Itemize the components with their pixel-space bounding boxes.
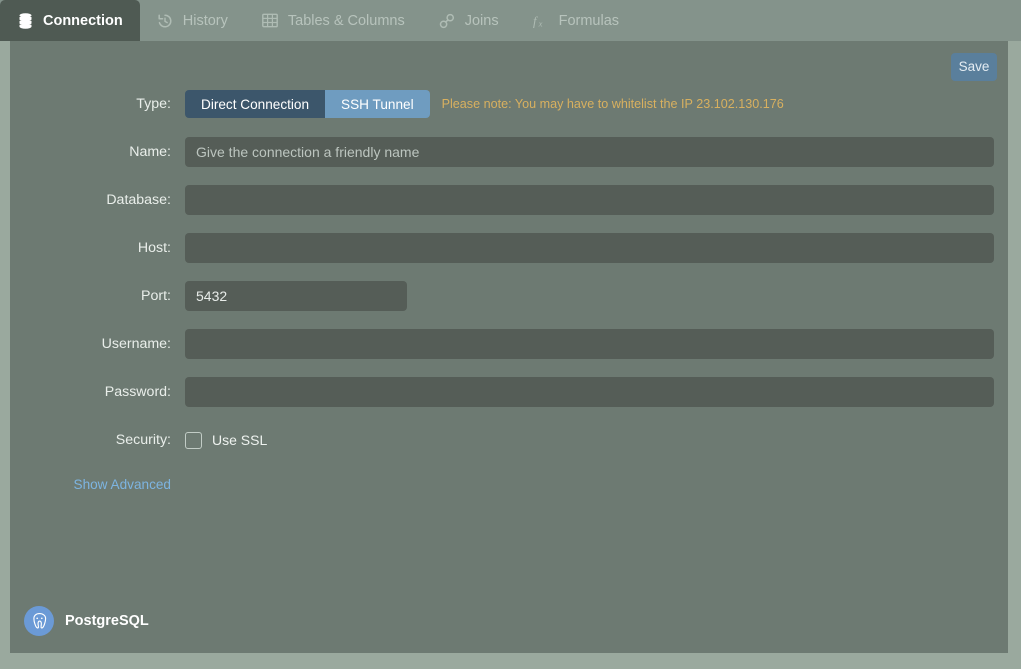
tab-formulas-label: Formulas (558, 12, 620, 29)
history-clock-icon (157, 12, 174, 29)
form-row-security: Security: Use SSL (10, 416, 1011, 464)
use-ssl-checkbox[interactable] (185, 431, 202, 449)
tab-tables-and-columns-label: Tables & Columns (287, 12, 405, 29)
username-input[interactable] (185, 329, 994, 359)
ssh-tunnel-button[interactable]: SSH Tunnel (325, 90, 430, 118)
username-label: Username: (101, 336, 171, 352)
svg-text:f: f (533, 14, 538, 28)
database-brand-label: PostgreSQL (65, 613, 149, 629)
whitelist-ip-note: Please note: You may have to whitelist t… (441, 97, 784, 111)
database-connection-window: Connection History Tables & Columns Join… (0, 0, 1021, 669)
connection-type-toggle: Direct Connection SSH Tunnel (185, 90, 430, 118)
username-field-wrap (185, 329, 994, 359)
tab-history-label: History (182, 12, 228, 29)
use-ssl-checkbox-wrap[interactable]: Use SSL (185, 431, 268, 449)
form-row-type: Type: Direct Connection SSH Tunnel Pleas… (10, 80, 1011, 128)
tab-history[interactable]: History (140, 0, 245, 41)
form-row-username: Username: (10, 320, 1011, 368)
form-row-name: Name: (10, 128, 1011, 176)
password-label: Password: (104, 384, 171, 400)
show-advanced-link[interactable]: Show Advanced (10, 477, 185, 492)
tab-joins-label: Joins (464, 12, 499, 29)
save-button[interactable]: Save (951, 53, 997, 81)
port-input[interactable] (185, 281, 407, 311)
connection-form: Type: Direct Connection SSH Tunnel Pleas… (10, 80, 1011, 504)
postgresql-elephant-icon (24, 606, 54, 636)
bottom-edge-strip (0, 653, 1021, 669)
name-input[interactable] (185, 137, 994, 167)
tab-formulas[interactable]: f x Formulas (516, 0, 636, 41)
security-label: Security: (115, 432, 171, 448)
svg-text:x: x (538, 18, 543, 28)
security-field-wrap: Use SSL (185, 431, 268, 449)
table-grid-icon (262, 12, 279, 29)
form-row-database: Database: (10, 176, 1011, 224)
name-label: Name: (129, 144, 171, 160)
type-label: Type: (136, 96, 171, 112)
password-field-wrap (185, 377, 994, 407)
type-field: Direct Connection SSH Tunnel Please note… (185, 90, 784, 118)
host-field-wrap (185, 233, 994, 263)
database-brand: PostgreSQL (24, 606, 149, 636)
tab-connection[interactable]: Connection (0, 0, 140, 41)
form-row-password: Password: (10, 368, 1011, 416)
port-field-wrap (185, 281, 407, 311)
host-label: Host: (137, 240, 171, 256)
use-ssl-label: Use SSL (212, 432, 268, 448)
form-row-port: Port: (10, 272, 1011, 320)
database-label: Database: (106, 192, 171, 208)
right-edge-strip (1008, 41, 1021, 653)
tab-connection-label: Connection (43, 12, 123, 29)
host-input[interactable] (185, 233, 994, 263)
name-field-wrap (185, 137, 994, 167)
tab-tables-and-columns[interactable]: Tables & Columns (245, 0, 422, 41)
connection-panel: Save Type: Direct Connection SSH Tunnel … (10, 41, 1011, 653)
link-chain-icon (439, 12, 456, 29)
tab-bar: Connection History Tables & Columns Join… (0, 0, 1021, 41)
password-input[interactable] (185, 377, 994, 407)
tab-joins[interactable]: Joins (422, 0, 516, 41)
direct-connection-button[interactable]: Direct Connection (185, 90, 326, 118)
form-row-host: Host: (10, 224, 1011, 272)
port-label: Port: (141, 288, 171, 304)
fx-formula-icon: f x (533, 12, 550, 29)
form-row-advanced: Show Advanced (10, 464, 1011, 504)
database-field-wrap (185, 185, 994, 215)
database-icon (17, 12, 34, 29)
database-input[interactable] (185, 185, 994, 215)
